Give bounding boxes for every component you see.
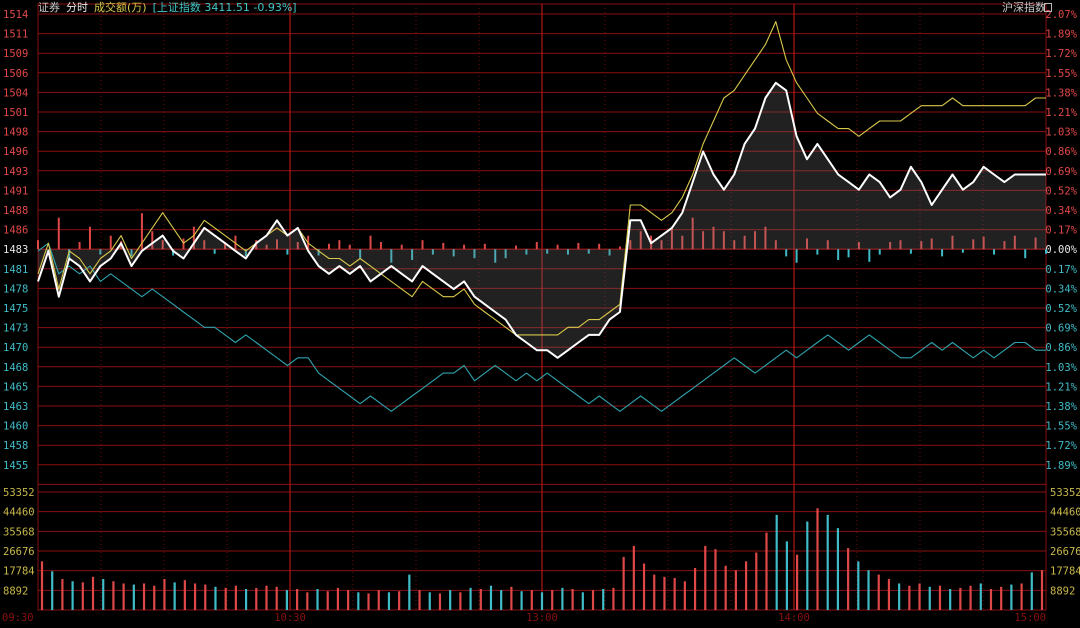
price-tick-label: 1460 xyxy=(3,421,28,433)
percent-tick-label: 1.55% xyxy=(1045,68,1077,80)
price-tick-label: 1496 xyxy=(3,146,28,158)
percent-tick-label: 1.72% xyxy=(1045,440,1077,452)
percent-tick-label: 1.21% xyxy=(1045,381,1077,393)
price-tick-label: 1481 xyxy=(3,264,28,276)
time-tick-label: 15:00 xyxy=(1014,612,1046,624)
price-tick-label: 1511 xyxy=(3,29,28,41)
price-tick-label: 1468 xyxy=(3,362,28,374)
percent-tick-label: 0.52% xyxy=(1045,185,1077,197)
price-tick-label: 1455 xyxy=(3,460,28,472)
index-toggle-label[interactable]: 沪深指数 xyxy=(1002,1,1046,15)
percent-tick-label: 1.55% xyxy=(1045,421,1077,433)
price-tick-label: 1478 xyxy=(3,283,28,295)
percent-tick-label: 0.86% xyxy=(1045,146,1077,158)
toggle-box-icon[interactable] xyxy=(1044,3,1052,12)
price-tick-label: 1486 xyxy=(3,225,28,237)
volume-tick-label: 35568 xyxy=(3,526,35,538)
volume-tick-label: 44460 xyxy=(3,507,35,519)
volume-tick-label: 17784 xyxy=(3,566,35,578)
price-tick-label: 1458 xyxy=(3,440,28,452)
percent-tick-label: 1.89% xyxy=(1045,460,1077,472)
percent-tick-label: 1.03% xyxy=(1045,127,1077,139)
volume-tick-label-right: 8892 xyxy=(1050,585,1075,597)
volume-tick-label-right: 53352 xyxy=(1050,487,1080,499)
price-tick-label: 1491 xyxy=(3,185,28,197)
mode-label[interactable]: 分时 xyxy=(66,1,88,15)
percent-tick-label: 1.21% xyxy=(1045,107,1077,119)
volume-tick-label-right: 17784 xyxy=(1050,566,1080,578)
price-tick-label: 1463 xyxy=(3,401,28,413)
price-tick-label: 1470 xyxy=(3,342,28,354)
index-label: [上证指数 3411.51 -0.93%] xyxy=(152,1,297,14)
percent-tick-label: 0.69% xyxy=(1045,323,1077,335)
price-tick-label: 1506 xyxy=(3,68,28,80)
price-tick-label: 1483 xyxy=(3,244,28,256)
volume-label: 成交额(万) xyxy=(94,1,147,14)
volume-tick-label: 26676 xyxy=(3,546,35,558)
price-tick-label: 1504 xyxy=(3,87,28,99)
time-tick-label: 10:30 xyxy=(274,612,306,624)
volume-tick-label-right: 26676 xyxy=(1050,546,1080,558)
percent-tick-label: 0.69% xyxy=(1045,166,1077,178)
price-tick-label: 1493 xyxy=(3,166,28,178)
percent-tick-label: 0.17% xyxy=(1045,225,1077,237)
price-tick-label: 1514 xyxy=(3,9,28,21)
price-tick-label: 1465 xyxy=(3,381,28,393)
time-tick-label: 13:00 xyxy=(526,612,558,624)
volume-tick-label: 8892 xyxy=(3,585,28,597)
sector-name[interactable]: 证券 xyxy=(38,1,60,15)
time-tick-label: 14:00 xyxy=(778,612,810,624)
percent-tick-label: 0.34% xyxy=(1045,283,1077,295)
chart-header: 证券 分时 成交额(万) [上证指数 3411.51 -0.93%] xyxy=(38,1,297,15)
volume-tick-label-right: 35568 xyxy=(1050,526,1080,538)
percent-tick-label: 1.38% xyxy=(1045,401,1077,413)
time-tick-label: 09:30 xyxy=(2,612,34,624)
price-tick-label: 1509 xyxy=(3,48,28,60)
price-tick-label: 1488 xyxy=(3,205,28,217)
percent-tick-label: 0.86% xyxy=(1045,342,1077,354)
price-tick-label: 1498 xyxy=(3,127,28,139)
percent-tick-label: 0.00% xyxy=(1045,244,1077,256)
intraday-chart[interactable]: 1514 1511 1509 1506 1504 1501 1498 1496 1493 1491… xyxy=(0,0,1080,624)
volume-tick-label-right: 44460 xyxy=(1050,507,1080,519)
percent-tick-label: 0.17% xyxy=(1045,264,1077,276)
volume-tick-label: 53352 xyxy=(3,487,35,499)
percent-tick-label: 1.72% xyxy=(1045,48,1077,60)
percent-tick-label: 0.34% xyxy=(1045,205,1077,217)
percent-tick-label: 1.89% xyxy=(1045,29,1077,41)
price-tick-label: 1473 xyxy=(3,323,28,335)
percent-tick-label: 1.38% xyxy=(1045,87,1077,99)
percent-tick-label: 0.52% xyxy=(1045,303,1077,315)
price-tick-label: 1501 xyxy=(3,107,28,119)
chart-svg[interactable]: 1514 1511 1509 1506 1504 1501 1498 1496 1493 1491… xyxy=(0,0,1080,624)
price-tick-label: 1475 xyxy=(3,303,28,315)
percent-tick-label: 1.03% xyxy=(1045,362,1077,374)
